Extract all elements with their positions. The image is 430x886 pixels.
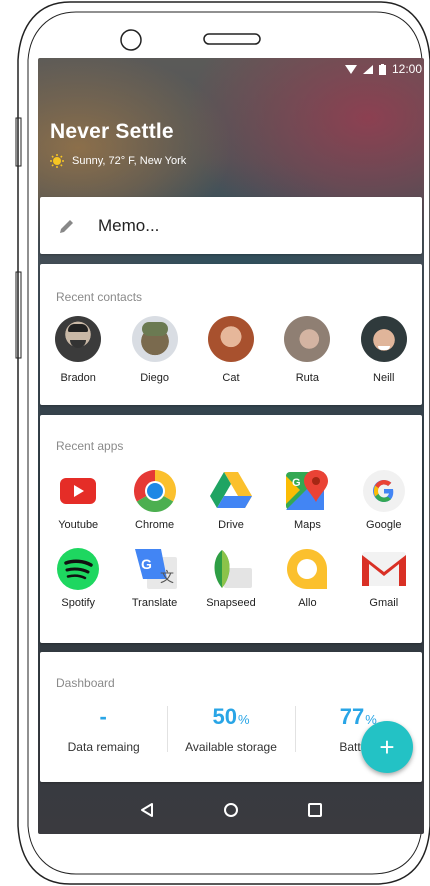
phone-device: 12:00 Never Settle Sunny, 72° F, New Yor… (0, 0, 430, 886)
avatar (207, 316, 254, 362)
wifi-icon (344, 64, 357, 74)
app-label: Chrome (135, 519, 175, 531)
app-spotify[interactable]: Spotify (40, 547, 116, 609)
stat-data-remaining[interactable]: - Data remaing (40, 704, 167, 754)
home-icon (224, 803, 238, 817)
app-gmail[interactable]: Gmail (346, 547, 422, 609)
app-label: Maps (293, 519, 321, 531)
app-maps[interactable]: G Maps (269, 469, 345, 531)
svg-text:G: G (292, 477, 301, 489)
avatar (284, 316, 331, 362)
app-label: Youtube (58, 519, 99, 531)
gmail-icon (361, 547, 406, 591)
contact-name: Diego (140, 372, 169, 384)
contact-item[interactable]: Cat (198, 316, 264, 384)
screen: 12:00 Never Settle Sunny, 72° F, New Yor… (38, 58, 424, 834)
app-drive[interactable]: Drive (193, 469, 269, 531)
recent-contacts-card: Recent contacts Bradon Diego Cat Ruta Ne… (40, 264, 422, 405)
youtube-icon (56, 469, 100, 513)
back-icon (141, 803, 153, 817)
snapseed-icon (209, 547, 253, 591)
dashboard-card: Dashboard - Data remaing 50% Available s… (40, 652, 422, 782)
recent-contacts-title: Recent contacts (56, 290, 143, 304)
dashboard-title: Dashboard (56, 676, 115, 690)
svg-text:G: G (141, 556, 152, 572)
google-icon (362, 469, 406, 513)
stat-label: Available storage (185, 740, 277, 754)
app-snapseed[interactable]: Snapseed (193, 547, 269, 609)
recent-apps-title: Recent apps (56, 439, 124, 453)
contact-name: Neill (373, 372, 395, 384)
avatar (131, 316, 178, 362)
app-label: Spotify (61, 597, 96, 609)
recents-button[interactable] (302, 797, 328, 823)
pencil-icon (60, 219, 73, 233)
navigation-bar (38, 786, 424, 834)
stat-value: - (99, 704, 107, 729)
spotify-icon (56, 547, 100, 591)
translate-icon: G 文 (133, 547, 177, 591)
signal-icon (362, 64, 373, 74)
stat-label: Data remaing (67, 740, 140, 754)
app-allo[interactable]: Allo (269, 547, 345, 609)
app-label: Translate (131, 597, 178, 609)
allo-icon (285, 547, 329, 591)
recent-apps-card: Recent apps Youtube Chrome Drive G Maps … (40, 415, 422, 643)
weather-text: Sunny, 72° F, New York (72, 155, 187, 167)
app-chrome[interactable]: Chrome (116, 469, 192, 531)
memo-card[interactable]: Memo... (40, 197, 422, 254)
memo-input[interactable]: Memo... (98, 216, 159, 236)
hero-title: Never Settle (50, 120, 174, 143)
add-fab-button[interactable]: + (361, 721, 413, 773)
avatar (360, 316, 407, 362)
app-label: Drive (218, 519, 244, 531)
recents-icon (308, 803, 322, 817)
sun-icon (50, 154, 64, 168)
contact-name: Cat (222, 372, 240, 384)
stat-available-storage[interactable]: 50% Available storage (167, 704, 294, 754)
home-button[interactable] (218, 797, 244, 823)
weather-info: Sunny, 72° F, New York (50, 154, 186, 168)
app-label: Google (366, 519, 402, 531)
contact-item[interactable]: Ruta (274, 316, 340, 384)
app-label: Gmail (369, 597, 399, 609)
stat-value: 50% (212, 704, 250, 729)
status-time: 12:00 (391, 62, 422, 76)
svg-text:文: 文 (160, 570, 174, 586)
contact-item[interactable]: Bradon (45, 316, 111, 384)
app-google[interactable]: Google (346, 469, 422, 531)
avatar (55, 316, 102, 362)
app-label: Snapseed (206, 597, 256, 609)
battery-icon (378, 63, 386, 75)
app-youtube[interactable]: Youtube (40, 469, 116, 531)
contact-name: Bradon (60, 372, 96, 384)
maps-icon: G (285, 469, 329, 513)
contact-item[interactable]: Neill (351, 316, 417, 384)
contact-item[interactable]: Diego (122, 316, 188, 384)
chrome-icon (133, 469, 177, 513)
app-label: Allo (298, 597, 317, 609)
contact-name: Ruta (295, 372, 319, 384)
app-translate[interactable]: G 文 Translate (116, 547, 192, 609)
drive-icon (209, 469, 253, 513)
back-button[interactable] (134, 797, 160, 823)
status-bar: 12:00 (344, 58, 424, 80)
